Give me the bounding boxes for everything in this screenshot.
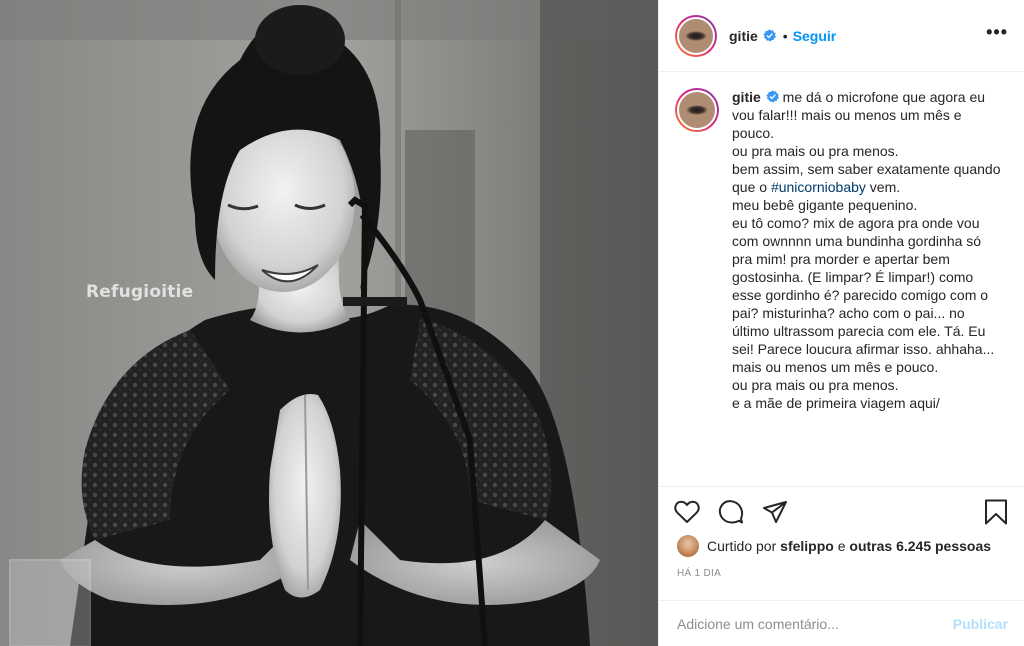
publish-button[interactable]: Publicar	[953, 616, 1008, 632]
verified-badge-icon	[763, 29, 776, 42]
comment-input[interactable]	[677, 615, 953, 632]
caption-author-avatar[interactable]	[675, 88, 719, 132]
heart-icon[interactable]	[673, 498, 701, 526]
post-side-panel: gitie • Seguir ••• gitie me dá o microfo…	[658, 0, 1024, 646]
follow-button[interactable]: Seguir	[793, 28, 837, 44]
header-separator: •	[782, 27, 788, 44]
share-icon[interactable]	[761, 498, 789, 526]
more-options-icon[interactable]: •••	[986, 22, 1008, 49]
bookmark-icon[interactable]	[982, 498, 1010, 526]
post-actions-bar	[659, 486, 1024, 536]
caption-text: gitie me dá o microfone que agora eu vou…	[732, 88, 1004, 484]
liker-username[interactable]: sfelippo	[780, 538, 834, 554]
verified-badge-icon	[766, 89, 779, 103]
likes-prefix: Curtido por	[707, 538, 777, 554]
caption-username[interactable]: gitie	[732, 89, 761, 105]
author-username[interactable]: gitie	[729, 28, 758, 44]
comment-icon[interactable]	[717, 498, 745, 526]
likes-count-link[interactable]: outras 6.245 pessoas	[849, 538, 991, 554]
caption-section: gitie me dá o microfone que agora eu vou…	[675, 88, 1016, 484]
post-photo[interactable]: Refugioitie	[0, 0, 658, 646]
photo-illustration	[0, 0, 658, 646]
post-timestamp[interactable]: HÁ 1 DIA	[677, 568, 721, 579]
author-avatar[interactable]	[675, 14, 717, 57]
likes-connector: e	[837, 538, 846, 554]
caption-hashtag-link[interactable]: #unicorniobaby	[771, 179, 866, 195]
likes-summary: Curtido por sfelippo e outras 6.245 pess…	[677, 535, 1014, 557]
add-comment-bar: Publicar	[659, 600, 1024, 646]
likes-text: Curtido por sfelippo e outras 6.245 pess…	[707, 538, 991, 554]
caption-body-end: vem. meu bebê gigante pequenino. eu tô c…	[732, 179, 995, 411]
photo-watermark: Refugioitie	[86, 282, 194, 302]
post-header: gitie • Seguir •••	[659, 0, 1024, 72]
liker-avatar[interactable]	[677, 535, 699, 557]
